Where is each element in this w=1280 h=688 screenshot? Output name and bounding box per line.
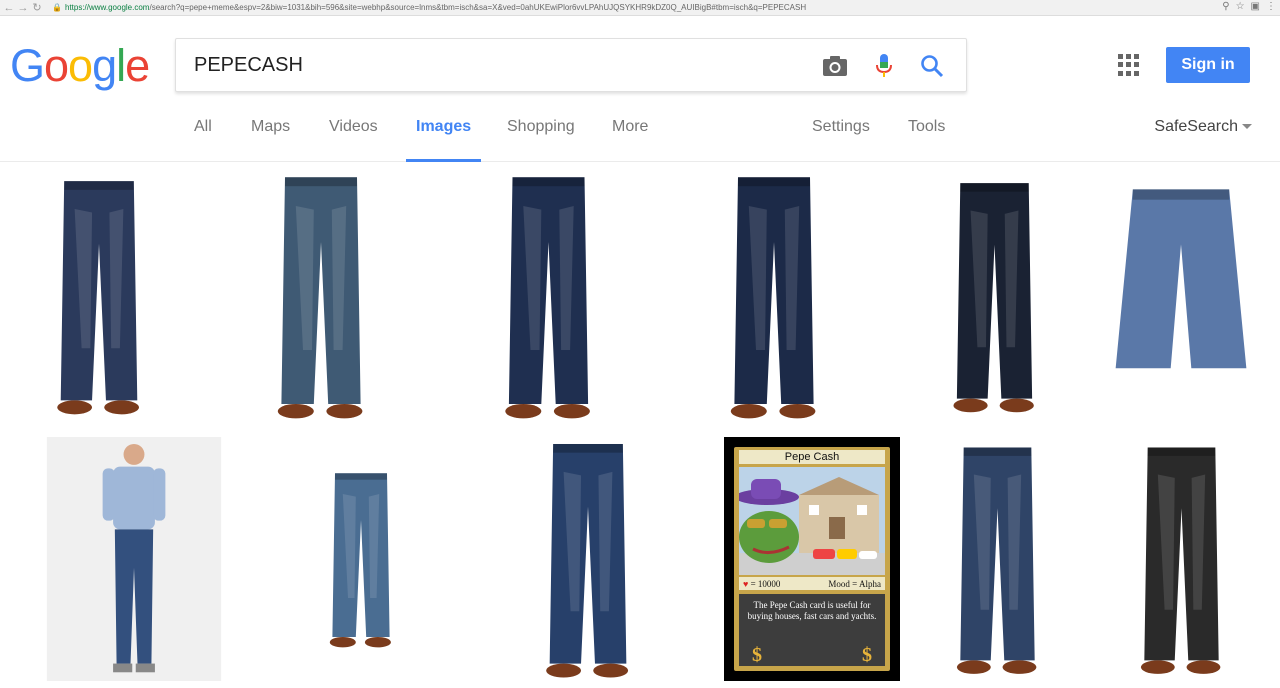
extension-icon[interactable]: ▣	[1251, 1, 1260, 12]
reload-icon[interactable]: ↻	[30, 1, 44, 15]
image-result[interactable]	[201, 170, 441, 422]
sign-in-button[interactable]: Sign in	[1166, 47, 1250, 83]
tab-maps[interactable]: Maps	[251, 118, 290, 162]
google-logo[interactable]: Google	[10, 40, 150, 92]
url-host: www.google.com	[88, 3, 150, 12]
image-result[interactable]	[913, 437, 1082, 681]
jeans-image	[329, 473, 391, 648]
url-path: /search?q=pepe+meme&espv=2&biw=1031&bih=…	[149, 3, 807, 12]
tab-videos[interactable]: Videos	[329, 118, 378, 162]
card-artwork	[735, 467, 885, 575]
safesearch-dropdown[interactable]: SafeSearch	[1154, 118, 1252, 136]
image-result[interactable]	[1095, 170, 1267, 422]
tab-settings[interactable]: Settings	[812, 118, 870, 162]
tab-all[interactable]: All	[194, 118, 212, 162]
dollar-sign-icon: $	[862, 644, 872, 666]
shorts-image	[1115, 189, 1247, 369]
forward-arrow-icon[interactable]: →	[16, 1, 30, 15]
tab-tools[interactable]: Tools	[908, 118, 945, 162]
browser-toolbar: ← → ↻ 🔒 https:// www.google.com /search?…	[0, 0, 1280, 16]
image-result[interactable]	[12, 437, 256, 681]
safesearch-label: SafeSearch	[1154, 118, 1238, 135]
heart-icon: ♥	[743, 578, 749, 589]
image-result[interactable]	[466, 437, 710, 681]
lock-icon: 🔒	[52, 3, 62, 12]
image-result[interactable]	[654, 170, 894, 422]
jeans-image	[277, 177, 363, 419]
model-image	[46, 437, 222, 681]
address-bar[interactable]: 🔒 https:// www.google.com /search?q=pepe…	[52, 1, 1212, 14]
image-result[interactable]	[270, 468, 452, 650]
jeans-image	[505, 177, 590, 419]
card-stat-mood: Mood = Alpha	[828, 578, 881, 589]
card-stat-health: ♥ = 10000	[743, 578, 781, 589]
back-arrow-icon[interactable]: ←	[2, 1, 16, 15]
card-title: Pepe Cash	[739, 450, 885, 464]
search-icon[interactable]	[918, 52, 946, 80]
card-frame: Pepe Cash ♥ = 10000 Mood = Alpha The Pep…	[734, 447, 890, 671]
image-result-pepe-cash-card[interactable]: Pepe Cash ♥ = 10000 Mood = Alpha The Pep…	[724, 437, 900, 681]
apps-grid-icon[interactable]	[1118, 54, 1140, 76]
logo-letter: l	[116, 40, 126, 91]
logo-letter: o	[44, 40, 69, 91]
search-box	[175, 38, 967, 92]
search-tabs: All Maps Videos Images Shopping More Set…	[0, 110, 1280, 162]
tab-shopping[interactable]: Shopping	[507, 118, 575, 162]
logo-letter: g	[92, 40, 117, 91]
jeans-image	[730, 177, 816, 419]
logo-letter: G	[10, 40, 45, 91]
logo-letter: o	[68, 40, 93, 91]
search-input[interactable]	[194, 51, 794, 79]
url-scheme: https://	[64, 3, 89, 12]
menu-icon[interactable]: ⋮	[1266, 1, 1276, 12]
tab-more[interactable]: More	[612, 118, 648, 162]
jeans-image	[956, 447, 1037, 674]
jeans-image	[546, 443, 629, 678]
camera-icon[interactable]	[821, 52, 849, 80]
image-result[interactable]	[1097, 437, 1266, 681]
microphone-icon[interactable]	[870, 52, 898, 80]
jeans-image	[953, 183, 1034, 413]
tab-images[interactable]: Images	[406, 118, 482, 162]
jeans-image	[1140, 447, 1221, 674]
jeans-image	[57, 181, 140, 415]
logo-letter: e	[125, 40, 150, 91]
dropdown-caret-icon	[1242, 124, 1252, 130]
card-stats: ♥ = 10000 Mood = Alpha	[739, 577, 885, 590]
image-result[interactable]	[909, 170, 1080, 422]
dollar-sign-icon: $	[752, 644, 762, 666]
bookmark-star-icon[interactable]: ☆	[1236, 1, 1245, 12]
image-result[interactable]	[12, 170, 186, 422]
image-result[interactable]	[457, 170, 640, 422]
zoom-icon[interactable]: ⚲	[1222, 1, 1229, 12]
